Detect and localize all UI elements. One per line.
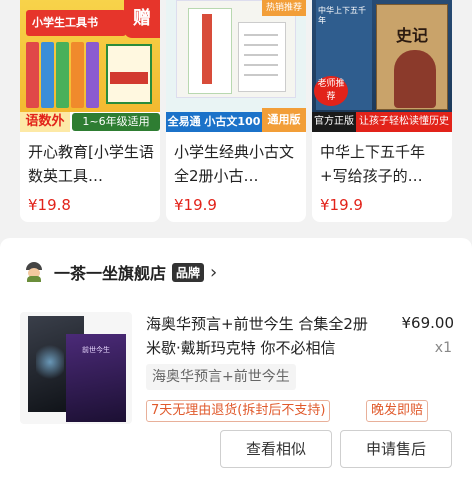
product-title: 小学生经典小古文全2册小古… [174, 143, 295, 185]
text-line [244, 44, 278, 46]
recommended-product-card[interactable]: 中华上下五千年 史记 老师推荐 官方正版 让孩子轻松读懂历史 中华上下五千年+写… [312, 0, 452, 222]
teacher-recommend-badge: 老师推荐 [314, 76, 348, 106]
product-title[interactable]: 海奥华预言+前世今生 合集全2册 米歇·戴斯玛克特 你不必相信 [146, 312, 380, 360]
recommendation-strip: 小学生工具书 赠 语数外 1~6年级适用 开心教育[小学生语数英工具… ¥19.… [0, 0, 472, 232]
shop-avatar-icon [24, 262, 44, 282]
cover-band-left: 全易通 小古文100课 [166, 112, 262, 132]
product-price: ¥19.8 [28, 196, 71, 214]
product-thumbnail[interactable]: 前世今生 [20, 312, 132, 424]
text-line [244, 64, 278, 66]
order-item-card: 一茶一坐旗舰店 品牌 › 前世今生 海奥华预言+前世今生 合集全2册 米歇·戴斯… [0, 238, 472, 494]
product-image: 热销推荐 全易通 小古文100课 通用版 [166, 0, 306, 132]
gift-badge: 赠 [124, 0, 160, 38]
text-line [244, 34, 278, 36]
book-spine [71, 42, 84, 108]
product-price: ¥19.9 [320, 196, 363, 214]
cover-band-right: 通用版 [262, 108, 306, 132]
book-cover-title: 史记 [395, 26, 428, 45]
book-spine [56, 42, 69, 108]
cover-figure [394, 50, 436, 108]
book-front-title [110, 72, 148, 84]
cover-band-right: 让孩子轻松读懂历史 [356, 112, 452, 132]
cover-glow [36, 342, 64, 382]
product-title: 开心教育[小学生语数英工具… [28, 143, 154, 185]
product-price: ¥69.00 [401, 314, 455, 332]
recommended-product-card[interactable]: 小学生工具书 赠 语数外 1~6年级适用 开心教育[小学生语数英工具… ¥19.… [20, 0, 160, 222]
view-similar-button[interactable]: 查看相似 [220, 430, 332, 468]
shop-header[interactable]: 一茶一坐旗舰店 品牌 › [24, 258, 217, 286]
service-promise-badge: 7天无理由退货(拆封后不支持) [146, 400, 331, 422]
shop-name: 一茶一坐旗舰店 [54, 264, 167, 283]
cover-band-right: 1~6年级适用 [72, 113, 160, 131]
box-label: 小学生工具书 [32, 16, 98, 29]
text-line [244, 74, 278, 76]
book-cover-title: 前世今生 [82, 346, 110, 354]
order-detail-screen: 小学生工具书 赠 语数外 1~6年级适用 开心教育[小学生语数英工具… ¥19.… [0, 0, 472, 494]
product-variant: 海奥华预言+前世今生 [146, 364, 296, 390]
chevron-right-icon: › [210, 261, 218, 283]
book-spine [86, 42, 99, 108]
request-after-sale-button[interactable]: 申请售后 [340, 430, 452, 468]
product-quantity: x1 [434, 340, 452, 356]
product-title: 中华上下五千年+写给孩子的… [320, 143, 426, 185]
brand-badge: 品牌 [172, 262, 205, 282]
recommended-product-card[interactable]: 热销推荐 全易通 小古文100课 通用版 小学生经典小古文全2册小古… ¥19.… [166, 0, 306, 222]
product-image: 中华上下五千年 史记 老师推荐 官方正版 让孩子轻松读懂历史 [312, 0, 452, 132]
book-cover-title: 中华上下五千年 [318, 6, 366, 25]
text-line [244, 54, 278, 56]
book-spine [41, 42, 54, 108]
corner-tag: 热销推荐 [262, 0, 306, 16]
cover-band-left: 官方正版 [312, 112, 356, 132]
book-cover [238, 22, 286, 92]
cover-band-left: 语数外 [20, 112, 70, 132]
product-image: 小学生工具书 赠 语数外 1~6年级适用 [20, 0, 160, 132]
book-cover-stripe [202, 14, 212, 84]
product-price: ¥19.9 [174, 196, 217, 214]
service-promise-badge: 晚发即赔 [366, 400, 429, 422]
book-spine [26, 42, 39, 108]
